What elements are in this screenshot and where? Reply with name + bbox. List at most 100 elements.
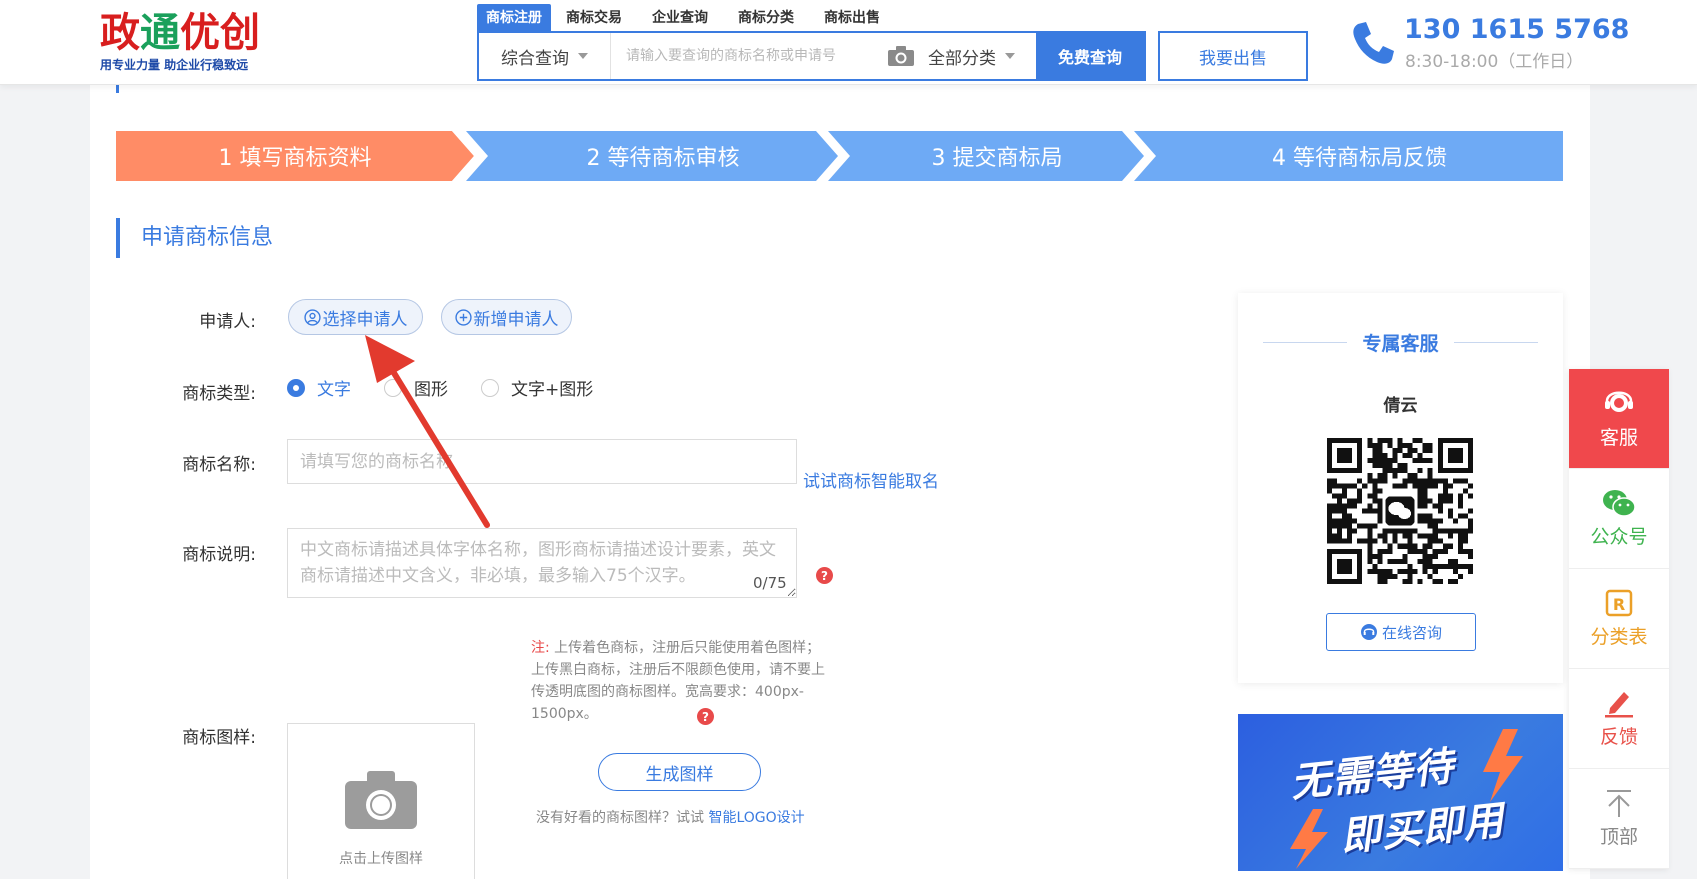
qr-module [1447, 483, 1453, 489]
qr-module [1467, 508, 1473, 514]
generate-image-button[interactable]: 生成图样 [598, 753, 761, 791]
qr-module [1372, 448, 1378, 454]
search-input[interactable] [611, 33, 881, 79]
qr-module [1362, 508, 1368, 514]
qr-module [1447, 533, 1453, 539]
qr-module [1442, 528, 1448, 534]
search-box: 综合查询 全部分类 免费查询 [477, 31, 1146, 81]
desc-help-icon[interactable]: ? [816, 567, 833, 584]
float-class-table[interactable]: R 分类表 [1569, 569, 1669, 669]
qr-module [1437, 478, 1443, 484]
qr-module [1387, 463, 1393, 469]
float-feedback[interactable]: 反馈 [1569, 669, 1669, 769]
qr-module [1427, 468, 1433, 474]
upload-image-box[interactable]: 点击上传图样 [287, 723, 475, 879]
class-select[interactable]: 全部分类 [928, 44, 1028, 69]
tab-trademark-class[interactable]: 商标分类 [723, 4, 809, 32]
promo-banner[interactable]: 无需等待 即买即用 [1238, 714, 1563, 871]
select-applicant-button[interactable]: 选择申请人 [288, 299, 423, 335]
image-help-icon[interactable]: ? [697, 708, 714, 725]
floating-sidebar: 客服 公众号 R 分类表 反馈 顶部 [1569, 369, 1669, 869]
qr-module [1367, 533, 1373, 539]
qr-module [1437, 548, 1443, 554]
qr-module [1397, 438, 1403, 444]
site-logo[interactable]: 政通优创 用专业力量 助企业行稳致远 [100, 10, 280, 73]
qr-module [1427, 538, 1433, 544]
qr-module [1427, 533, 1433, 539]
qr-module [1327, 538, 1333, 544]
radio-graphic[interactable]: 图形 [384, 375, 448, 400]
camera-icon[interactable] [887, 45, 915, 67]
qr-module [1422, 518, 1428, 524]
qr-module [1337, 533, 1343, 539]
float-wechat[interactable]: 公众号 [1569, 469, 1669, 569]
add-applicant-button[interactable]: 新增申请人 [441, 299, 572, 335]
qr-module [1362, 483, 1368, 489]
online-consult-button[interactable]: 在线咨询 [1326, 613, 1476, 651]
logo-design-tip: 没有好看的商标图样？试试 智能LOGO设计 [536, 810, 805, 826]
qr-module [1372, 538, 1378, 544]
tab-trademark-register[interactable]: 商标注册 [477, 4, 551, 32]
qr-module [1332, 523, 1338, 529]
qr-module [1452, 478, 1458, 484]
radio-text[interactable]: 文字 [287, 375, 351, 400]
tab-trademark-sale[interactable]: 商标出售 [809, 4, 895, 32]
trademark-desc-textarea[interactable] [287, 528, 797, 598]
qr-module [1367, 473, 1373, 479]
qr-module [1422, 503, 1428, 509]
qr-module [1462, 533, 1468, 539]
qr-module [1457, 498, 1463, 504]
qr-module [1467, 493, 1473, 499]
step-3: 3 提交商标局 [931, 146, 1063, 171]
qr-module [1452, 568, 1458, 574]
tab-trademark-trade[interactable]: 商标交易 [551, 4, 637, 32]
qr-module [1367, 543, 1373, 549]
qr-module [1467, 518, 1473, 524]
qr-module [1402, 463, 1408, 469]
qr-module [1427, 573, 1433, 579]
smart-logo-link[interactable]: 智能LOGO设计 [708, 810, 804, 826]
qr-module [1347, 533, 1353, 539]
qr-module [1337, 498, 1343, 504]
free-search-button[interactable]: 免费查询 [1036, 33, 1144, 79]
qr-module [1382, 438, 1388, 444]
registered-icon: R [1605, 589, 1633, 617]
trademark-type-radios: 文字 图形 文字+图形 [287, 375, 626, 400]
upload-note: 注: 上传着色商标，注册后只能使用着色图样；上传黑白商标，注册后不限颜色使用，请… [531, 640, 825, 722]
qr-module [1422, 533, 1428, 539]
trademark-name-input[interactable] [287, 439, 797, 484]
qr-module [1427, 563, 1433, 569]
ai-naming-link[interactable]: 试试商标智能取名 [803, 467, 939, 492]
qr-module [1377, 438, 1383, 444]
chevron-down-icon [1005, 53, 1015, 59]
qr-module [1392, 468, 1398, 474]
qr-module [1437, 503, 1443, 509]
service-agent-name: 倩云 [1383, 396, 1418, 416]
qr-module [1397, 463, 1403, 469]
trademark-type-label: 商标类型: [182, 384, 256, 404]
qr-module [1467, 548, 1473, 554]
radio-text-graphic[interactable]: 文字+图形 [481, 375, 593, 400]
qr-module [1457, 503, 1463, 509]
qr-module [1437, 508, 1443, 514]
tab-company-query[interactable]: 企业查询 [637, 4, 723, 32]
qr-module [1397, 568, 1403, 574]
qr-module [1382, 463, 1388, 469]
qr-module [1332, 508, 1338, 514]
qr-module [1337, 503, 1343, 509]
sell-button[interactable]: 我要出售 [1158, 31, 1308, 81]
applicant-label: 申请人: [199, 312, 256, 332]
search-category-select[interactable]: 综合查询 [479, 33, 611, 79]
qr-module [1462, 488, 1468, 494]
step-4: 4 等待商标局反馈 [1272, 146, 1447, 171]
search-tabs: 商标注册 商标交易 企业查询 商标分类 商标出售 [477, 4, 895, 32]
float-back-to-top[interactable]: 顶部 [1569, 769, 1669, 869]
qr-module [1372, 493, 1378, 499]
qr-module [1377, 508, 1383, 514]
float-customer-service[interactable]: 客服 [1569, 369, 1669, 469]
qr-module [1432, 533, 1438, 539]
qr-module [1417, 498, 1423, 504]
step-2: 2 等待商标审核 [586, 146, 740, 171]
qr-module [1432, 538, 1438, 544]
qr-module [1457, 478, 1463, 484]
